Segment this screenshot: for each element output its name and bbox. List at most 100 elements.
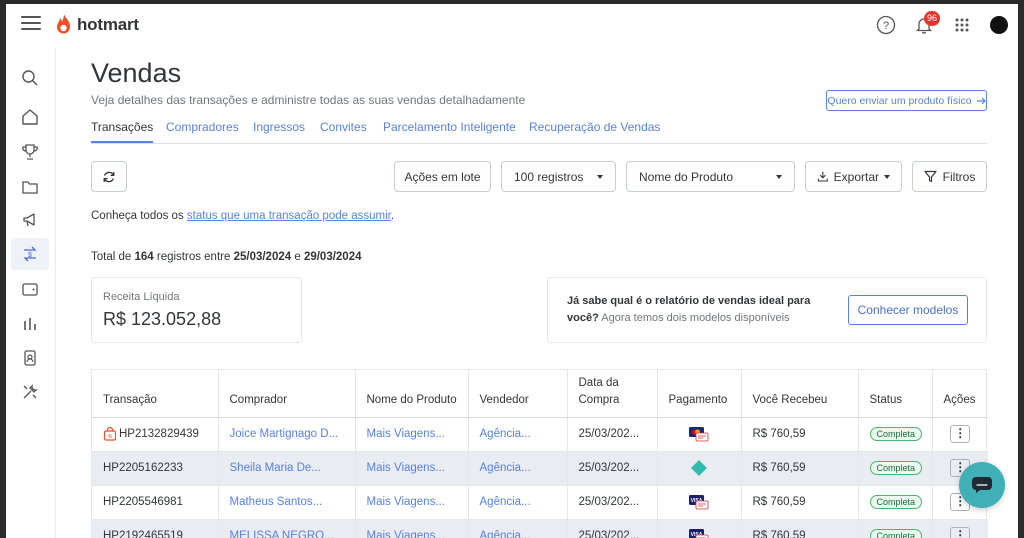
status-info-link[interactable]: status que uma transação pode assumir: [187, 210, 391, 222]
sidebar-item-search[interactable]: [11, 62, 49, 94]
col-seller[interactable]: Vendedor: [468, 370, 568, 418]
table-header-row: Transação Comprador Nome do Produto Vend…: [92, 370, 988, 418]
payment-cell: [657, 451, 742, 486]
report-models-card: Já sabe qual é o relatório de vendas ide…: [547, 277, 987, 343]
bar-chart-icon: [24, 318, 36, 330]
sidebar-item-products[interactable]: [11, 171, 49, 203]
transaction-id[interactable]: HP2132829439: [119, 428, 199, 440]
purchase-date: 25/03/202...: [567, 485, 658, 520]
search-icon: [22, 70, 38, 86]
table-row[interactable]: HP2205162233 Sheila Maria De... Mais Via…: [92, 451, 988, 486]
chat-button[interactable]: [959, 462, 1005, 508]
visa-icon: VISA: [689, 495, 709, 510]
seller-name[interactable]: Agência...: [468, 451, 568, 486]
hotmart-logo[interactable]: hotmart: [54, 11, 139, 39]
buyer-name[interactable]: Sheila Maria De...: [218, 451, 356, 486]
row-actions-button[interactable]: ⋮: [950, 527, 971, 538]
svg-text:?: ?: [883, 20, 889, 32]
records-per-page-select[interactable]: 100 registros: [501, 161, 616, 192]
product-name[interactable]: Mais Viagens...: [355, 485, 469, 520]
svg-text:%: %: [108, 434, 113, 440]
col-product-name[interactable]: Nome do Produto: [355, 370, 469, 418]
avatar[interactable]: [990, 16, 1008, 34]
product-name-select[interactable]: Nome do Produto: [626, 161, 795, 192]
seller-name[interactable]: Agência...: [468, 417, 568, 452]
tab-transactions[interactable]: Transações: [91, 120, 154, 143]
received-amount: R$ 760,59: [741, 417, 859, 452]
visa-icon: VISA: [689, 529, 709, 538]
seller-name[interactable]: Agência...: [468, 485, 568, 520]
net-revenue-card: Receita Líquida R$ 123.052,88: [91, 277, 302, 343]
transaction-id[interactable]: HP2192465519: [92, 519, 219, 538]
table-row[interactable]: HP2205546981 Matheus Santos... Mais Viag…: [92, 485, 988, 520]
sidebar-item-wallet[interactable]: [11, 273, 49, 305]
payment-cell: [657, 417, 742, 452]
seller-name[interactable]: Agência...: [468, 519, 568, 538]
total-prefix: Total de: [91, 251, 135, 263]
help-icon[interactable]: ?: [876, 15, 898, 37]
home-icon: [22, 109, 38, 125]
notification-bell-icon[interactable]: 96: [914, 11, 941, 37]
product-name[interactable]: Mais Viagens...: [355, 519, 469, 538]
actions-cell: ⋮: [932, 417, 988, 452]
sidebar-item-analytics[interactable]: [11, 308, 49, 340]
sidebar-item-profile[interactable]: [11, 342, 49, 374]
col-buyer[interactable]: Comprador: [218, 370, 356, 418]
svg-text:$: $: [28, 252, 32, 259]
sidebar-item-marketing[interactable]: [11, 204, 49, 236]
status-info-line: Conheça todos os status que uma transaçã…: [91, 210, 394, 222]
tab-sales-recovery[interactable]: Recuperação de Vendas: [529, 120, 660, 134]
received-amount: R$ 760,59: [741, 519, 859, 538]
brand-name: hotmart: [77, 15, 139, 34]
pix-icon: [691, 460, 707, 476]
table-row[interactable]: % HP2132829439 Joice Martignago D... Mais…: [92, 417, 988, 452]
row-actions-button[interactable]: ⋮: [950, 425, 971, 443]
bulk-actions-button[interactable]: Ações em lote: [394, 161, 491, 192]
apps-grid-icon[interactable]: [952, 15, 974, 37]
sidebar-item-sales[interactable]: $: [11, 238, 49, 270]
date-start: 25/03/2024: [233, 251, 292, 263]
sidebar: $: [6, 48, 56, 538]
received-amount: R$ 760,59: [741, 451, 859, 486]
bulk-actions-label: Ações em lote: [404, 169, 481, 184]
filters-label: Filtros: [942, 169, 976, 184]
table-row[interactable]: HP2192465519 MELISSA NEGRO... Mais Viage…: [92, 519, 988, 538]
product-name[interactable]: Mais Viagens...: [355, 451, 469, 486]
col-received[interactable]: Você Recebeu: [741, 370, 859, 418]
col-status[interactable]: Status: [858, 370, 933, 418]
know-models-button[interactable]: Conhecer modelos: [848, 295, 968, 325]
tab-invites[interactable]: Convites: [320, 120, 367, 134]
sales-transfer-icon: $: [23, 246, 37, 262]
chat-bubble-icon: [972, 477, 992, 493]
info-prefix: Conheça todos os: [91, 210, 187, 222]
col-purchase-date[interactable]: Data da Compra: [567, 370, 658, 418]
refresh-button[interactable]: [91, 161, 127, 192]
col-payment[interactable]: Pagamento: [657, 370, 742, 418]
sidebar-item-tools[interactable]: [11, 376, 49, 408]
tab-buyers[interactable]: Compradores: [166, 120, 239, 134]
buyer-name[interactable]: Joice Martignago D...: [218, 417, 356, 452]
tab-tickets[interactable]: Ingressos: [253, 120, 305, 134]
menu-icon[interactable]: [21, 16, 41, 32]
product-name[interactable]: Mais Viagens...: [355, 417, 469, 452]
chevron-down-icon: [776, 174, 782, 179]
total-middle: registros entre: [153, 251, 234, 263]
total-count: 164: [134, 251, 154, 263]
transaction-id[interactable]: HP2205546981: [92, 485, 219, 520]
buyer-name[interactable]: MELISSA NEGRO...: [218, 519, 356, 538]
refresh-icon: [103, 171, 115, 182]
report-note: Agora temos dois modelos disponíveis: [598, 312, 790, 324]
sidebar-item-home[interactable]: [11, 101, 49, 133]
export-button[interactable]: Exportar: [805, 161, 902, 192]
col-transaction[interactable]: Transação: [92, 370, 219, 418]
transaction-id[interactable]: HP2205162233: [92, 451, 219, 486]
buyer-name[interactable]: Matheus Santos...: [218, 485, 356, 520]
physical-product-button[interactable]: Quero enviar um produto físico: [826, 90, 987, 111]
filters-button[interactable]: Filtros: [912, 161, 987, 192]
notification-badge: 96: [924, 11, 941, 26]
purchase-date: 25/03/202...: [567, 519, 658, 538]
tab-smart-installments[interactable]: Parcelamento Inteligente: [383, 120, 516, 134]
sidebar-item-trophy[interactable]: [11, 136, 49, 168]
actions-cell: ⋮: [932, 519, 988, 538]
page-title: Vendas: [91, 58, 182, 88]
